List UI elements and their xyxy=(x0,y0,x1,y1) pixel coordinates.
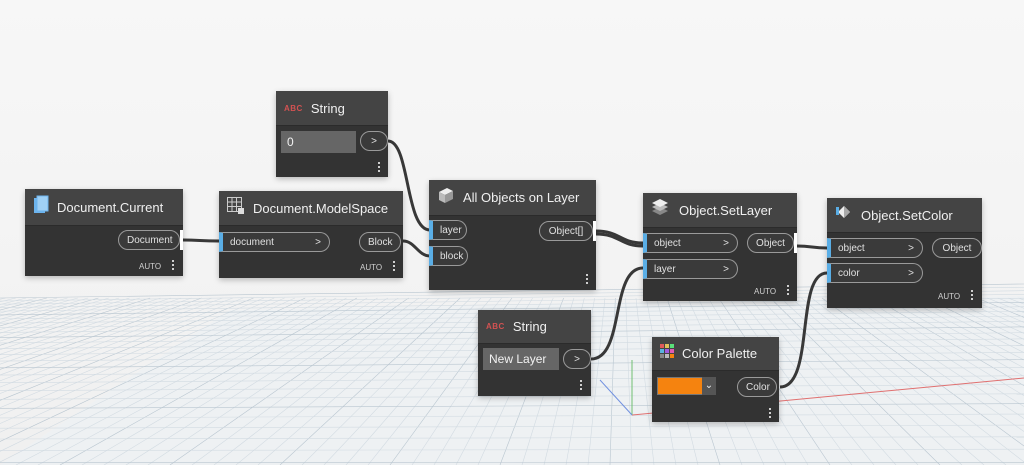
node-title: Document.Current xyxy=(57,199,164,215)
port-label: layer xyxy=(440,225,462,236)
output-port-indicator xyxy=(794,233,797,253)
port-label: document xyxy=(230,237,274,248)
node-menu-icon[interactable] xyxy=(769,408,772,420)
color-grid-icon xyxy=(660,344,674,363)
chevron-right-icon: > xyxy=(723,264,729,275)
auto-label: AUTO xyxy=(360,263,383,272)
node-title: All Objects on Layer xyxy=(463,190,580,205)
node-string-top[interactable]: ABC String 0 > xyxy=(276,91,388,177)
cube-icon xyxy=(437,186,455,209)
port-label: object xyxy=(838,243,865,254)
output-port-object[interactable]: Object xyxy=(932,238,982,258)
input-port-object[interactable]: object > xyxy=(643,233,738,253)
abc-icon: ABC xyxy=(284,103,303,113)
auto-label: AUTO xyxy=(139,262,162,271)
node-title: String xyxy=(310,100,345,116)
chevron-right-icon: > xyxy=(908,268,914,279)
output-port-document[interactable]: Document xyxy=(118,230,180,250)
node-menu-icon[interactable] xyxy=(787,285,790,297)
auto-label: AUTO xyxy=(754,287,777,296)
auto-label: AUTO xyxy=(938,292,961,301)
node-menu-icon[interactable] xyxy=(586,274,589,286)
node-menu-icon[interactable] xyxy=(172,260,175,272)
output-port-indicator xyxy=(180,230,183,250)
node-title: Object.SetLayer xyxy=(679,202,773,218)
node-title: Object.SetColor xyxy=(861,207,953,223)
node-menu-icon[interactable] xyxy=(971,290,974,302)
node-title: String xyxy=(512,319,547,334)
node-color-palette[interactable]: Color Palette ⌄ Color xyxy=(652,337,779,422)
port-label: color xyxy=(838,268,860,279)
port-label: block xyxy=(440,251,464,262)
output-port-color[interactable]: Color xyxy=(737,377,777,397)
node-menu-icon[interactable] xyxy=(378,162,381,174)
node-all-objects-on-layer[interactable]: All Objects on Layer layer block Object[… xyxy=(429,180,596,290)
output-port[interactable]: > xyxy=(360,131,388,151)
node-string-bottom[interactable]: ABC String New Layer > xyxy=(478,310,591,396)
chevron-right-icon: > xyxy=(315,237,321,248)
input-port-document[interactable]: document > xyxy=(219,232,330,252)
node-title: Color Palette xyxy=(682,346,758,361)
input-port-block[interactable]: block xyxy=(429,246,468,266)
document-icon xyxy=(33,195,49,220)
port-label: layer xyxy=(654,264,676,275)
output-port-indicator xyxy=(593,221,596,241)
input-port-object[interactable]: object > xyxy=(827,238,923,258)
table-icon xyxy=(227,196,245,220)
node-menu-icon[interactable] xyxy=(580,380,583,392)
node-title: Document.ModelSpace xyxy=(253,200,389,216)
input-port-color[interactable]: color > xyxy=(827,263,923,283)
node-object-setcolor[interactable]: Object.SetColor object > color > Object … xyxy=(827,198,982,308)
string-value-input[interactable]: 0 xyxy=(281,131,356,153)
node-document-current[interactable]: Document.Current Document AUTO xyxy=(25,189,183,276)
output-port-object[interactable]: Object xyxy=(747,233,794,253)
output-port-objects[interactable]: Object[] xyxy=(539,221,593,241)
layers-icon xyxy=(651,198,671,222)
chevron-right-icon: > xyxy=(908,243,914,254)
node-document-modelspace[interactable]: Document.ModelSpace document > Block AUT… xyxy=(219,191,403,278)
node-menu-icon[interactable] xyxy=(393,261,396,273)
chevron-right-icon: > xyxy=(723,238,729,249)
string-value-input[interactable]: New Layer xyxy=(483,348,559,370)
output-port-block[interactable]: Block xyxy=(359,232,401,252)
abc-icon: ABC xyxy=(486,322,505,331)
port-label: object xyxy=(654,238,681,249)
chevron-down-icon[interactable]: ⌄ xyxy=(702,377,716,395)
input-port-layer[interactable]: layer > xyxy=(643,259,738,279)
node-object-setlayer[interactable]: Object.SetLayer object > layer > Object … xyxy=(643,193,797,301)
paint-bucket-icon xyxy=(835,204,853,227)
color-swatch[interactable] xyxy=(657,377,703,395)
output-port[interactable]: > xyxy=(563,349,591,369)
input-port-layer[interactable]: layer xyxy=(429,220,467,240)
